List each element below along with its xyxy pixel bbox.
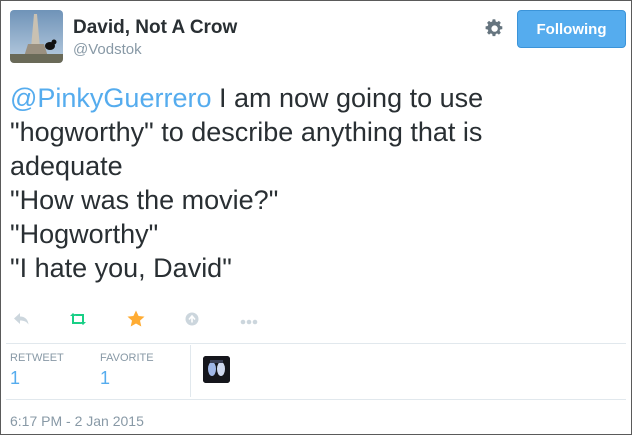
- divider: [6, 399, 626, 400]
- display-name[interactable]: David, Not A Crow: [73, 17, 237, 39]
- star-icon[interactable]: [124, 307, 148, 331]
- tweet-line: "I hate you, David": [10, 253, 232, 283]
- favoriter-avatar[interactable]: [203, 356, 230, 383]
- username[interactable]: @Vodstok: [73, 41, 142, 58]
- tweet-line: "How was the movie?": [10, 185, 279, 215]
- reply-icon[interactable]: [10, 307, 34, 331]
- divider: [6, 343, 626, 344]
- action-bar: [1, 307, 631, 339]
- tweet-text-segment: I am now going to use: [211, 83, 484, 113]
- retweet-count-label: RETWEET: [10, 352, 64, 364]
- stats-divider: [190, 345, 191, 397]
- tweet-line: @PinkyGuerrero I am now going to use: [10, 81, 610, 115]
- tweet-line: "Hogworthy": [10, 219, 159, 249]
- tweet-card: David, Not A Crow @Vodstok Following @Pi…: [0, 0, 632, 435]
- share-icon[interactable]: [180, 307, 204, 331]
- tweet-text: @PinkyGuerrero I am now going to use "ho…: [10, 81, 610, 285]
- mention-link[interactable]: @PinkyGuerrero: [10, 83, 211, 113]
- retweet-icon[interactable]: [66, 307, 90, 331]
- following-button[interactable]: Following: [517, 10, 626, 48]
- retweet-count[interactable]: 1: [10, 368, 20, 389]
- more-icon[interactable]: [237, 307, 261, 331]
- favorite-count-label: FAVORITE: [100, 352, 154, 364]
- tweet-line: adequate: [10, 151, 123, 181]
- tweet-timestamp[interactable]: 6:17 PM - 2 Jan 2015: [10, 413, 144, 429]
- user-avatar[interactable]: [10, 10, 63, 63]
- favorite-count[interactable]: 1: [100, 368, 110, 389]
- tweet-line: "hogworthy" to describe anything that is: [10, 117, 483, 147]
- gear-icon[interactable]: [482, 16, 506, 40]
